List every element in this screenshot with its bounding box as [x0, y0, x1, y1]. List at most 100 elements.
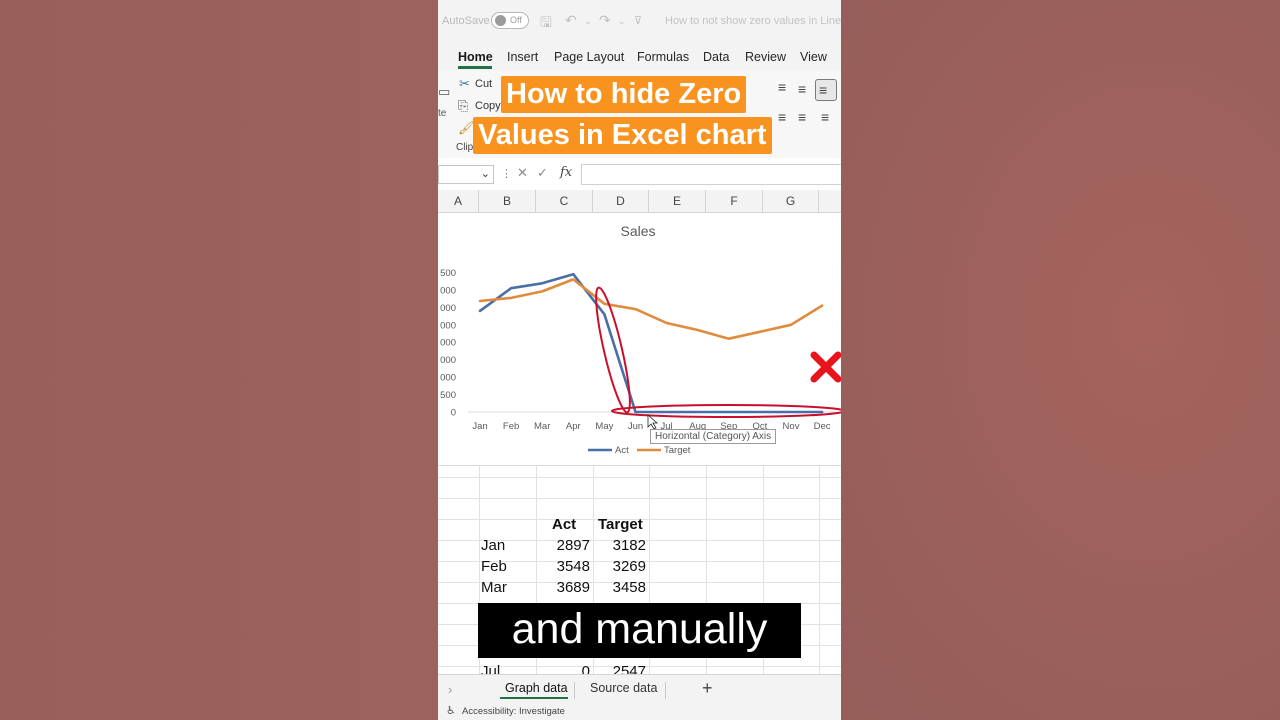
name-box[interactable]: ⌄	[438, 165, 494, 184]
undo-dropdown-icon[interactable]: ⌄	[584, 16, 592, 27]
title-bar: AutoSave Off 🖫 ↶ ⌄ ↷ ⌄ ⊽ How to not show…	[438, 0, 841, 42]
tab-separator	[665, 682, 666, 699]
toggle-knob	[495, 15, 506, 26]
align-bottom-icon: ≡	[819, 82, 828, 98]
tab-home[interactable]: Home	[458, 50, 493, 64]
x-tick-label: Nov	[783, 421, 800, 432]
header-act[interactable]: Act	[552, 516, 576, 533]
column-header-a[interactable]: A	[438, 190, 479, 212]
y-tick-label: 000	[440, 373, 456, 384]
customize-toolbar-icon[interactable]: ⊽	[634, 14, 642, 27]
align-right-icon[interactable]: ≡	[821, 110, 829, 124]
align-center-icon[interactable]: ≡	[798, 110, 806, 124]
chevron-down-icon[interactable]: ⌄	[481, 167, 490, 180]
redo-dropdown-icon[interactable]: ⌄	[618, 16, 626, 27]
x-tick-label: Apr	[566, 421, 581, 432]
insert-function-icon[interactable]: fx	[560, 165, 572, 180]
background-left	[0, 0, 438, 720]
cell-target[interactable]: 3182	[595, 537, 646, 554]
y-tick-label: 500	[440, 390, 456, 401]
x-tick-label: Feb	[503, 421, 519, 432]
copy-button[interactable]: Copy	[475, 100, 501, 112]
autosave-toggle[interactable]: Off	[491, 12, 529, 29]
column-headers: A B C D E F G	[438, 190, 841, 213]
title-overlay-line2: Values in Excel chart	[473, 117, 772, 154]
clipboard-group-label: Clip	[456, 142, 474, 153]
chart-title: Sales	[620, 223, 655, 239]
y-tick-label: 000	[440, 355, 456, 366]
legend-label: Target	[664, 445, 691, 456]
cell-month[interactable]: Jan	[481, 537, 505, 554]
x-tick-label: Jan	[472, 421, 487, 432]
paste-label: te	[438, 108, 447, 119]
align-top-icon[interactable]: ≡	[778, 80, 786, 94]
ribbon-tabs: Home Insert Page Layout Formulas Data Re…	[438, 42, 841, 70]
align-middle-icon[interactable]: ≡	[798, 82, 806, 96]
sheet-tab-graph-data[interactable]: Graph data	[505, 681, 568, 695]
more-options-icon[interactable]: ⋮	[501, 167, 512, 180]
legend-label: Act	[615, 445, 629, 456]
grid-line	[438, 498, 841, 499]
series-line-target	[478, 278, 824, 340]
cut-button[interactable]: Cut	[475, 78, 492, 90]
title-overlay-line1: How to hide Zero	[501, 76, 747, 113]
x-tick-label: Dec	[814, 421, 831, 432]
tab-formulas[interactable]: Formulas	[637, 50, 689, 64]
status-bar: ♿ Accessibility: Investigate	[438, 704, 841, 720]
cut-icon[interactable]: ✂	[459, 76, 470, 92]
grid-line	[438, 477, 841, 478]
axis-tooltip: Horizontal (Category) Axis	[650, 429, 777, 444]
y-tick-label: 000	[440, 338, 456, 349]
autosave-state: Off	[510, 15, 522, 25]
undo-icon[interactable]: ↶	[565, 12, 577, 29]
column-header-g[interactable]: G	[763, 190, 819, 212]
accessibility-status[interactable]: Accessibility: Investigate	[462, 706, 565, 717]
sheet-tabs-bar: › Graph data Source data +	[438, 674, 841, 705]
chart-svg: Sales 0 500 000 000 000 000 000 000 500 Jan Feb Mar A…	[440, 223, 841, 456]
column-header-d[interactable]: D	[593, 190, 649, 212]
copy-icon[interactable]: ⎘	[458, 98, 468, 114]
column-header-e[interactable]: E	[649, 190, 706, 212]
y-tick-label: 0	[451, 408, 456, 419]
y-tick-label: 000	[440, 285, 456, 296]
align-bottom-button[interactable]: ≡	[815, 79, 837, 101]
cell-target[interactable]: 3458	[595, 579, 646, 596]
tab-view[interactable]: View	[800, 50, 827, 64]
align-left-icon[interactable]: ≡	[778, 110, 786, 124]
cell-act[interactable]: 3689	[538, 579, 590, 596]
paste-icon[interactable]: ▭	[438, 84, 450, 100]
y-tick-label: 500	[440, 268, 456, 279]
redo-icon[interactable]: ↷	[599, 12, 611, 29]
tab-insert[interactable]: Insert	[507, 50, 538, 64]
add-sheet-icon[interactable]: +	[702, 678, 713, 699]
column-header-h[interactable]	[819, 190, 841, 212]
chevron-right-icon[interactable]: ›	[448, 682, 452, 697]
tab-page-layout[interactable]: Page Layout	[554, 50, 624, 64]
active-sheet-indicator	[500, 697, 568, 699]
formula-bar: ⌄ ⋮ ✕ ✓ fx	[438, 158, 841, 191]
tab-separator	[574, 682, 575, 699]
autosave-label: AutoSave	[442, 15, 490, 27]
column-header-b[interactable]: B	[479, 190, 536, 212]
cell-month[interactable]: Feb	[481, 558, 507, 575]
x-tick-label: Mar	[534, 421, 550, 432]
cell-act[interactable]: 2897	[538, 537, 590, 554]
document-title: How to not show zero values in Line c	[665, 15, 841, 27]
mouse-cursor-icon	[647, 414, 659, 430]
save-icon[interactable]: 🖫	[540, 12, 552, 36]
y-tick-label: 000	[440, 320, 456, 331]
active-tab-indicator	[458, 66, 492, 69]
sheet-tab-source-data[interactable]: Source data	[590, 681, 657, 695]
cell-month[interactable]: Mar	[481, 579, 507, 596]
header-target[interactable]: Target	[598, 516, 643, 533]
enter-icon[interactable]: ✓	[537, 165, 548, 181]
tab-review[interactable]: Review	[745, 50, 786, 64]
column-header-f[interactable]: F	[706, 190, 763, 212]
cancel-icon[interactable]: ✕	[517, 165, 528, 181]
cell-act[interactable]: 3548	[538, 558, 590, 575]
formula-input[interactable]	[581, 164, 841, 185]
sales-chart[interactable]: Sales 0 500 000 000 000 000 000 000 500 Jan Feb Mar A…	[438, 213, 841, 466]
cell-target[interactable]: 3269	[595, 558, 646, 575]
column-header-c[interactable]: C	[536, 190, 593, 212]
tab-data[interactable]: Data	[703, 50, 729, 64]
